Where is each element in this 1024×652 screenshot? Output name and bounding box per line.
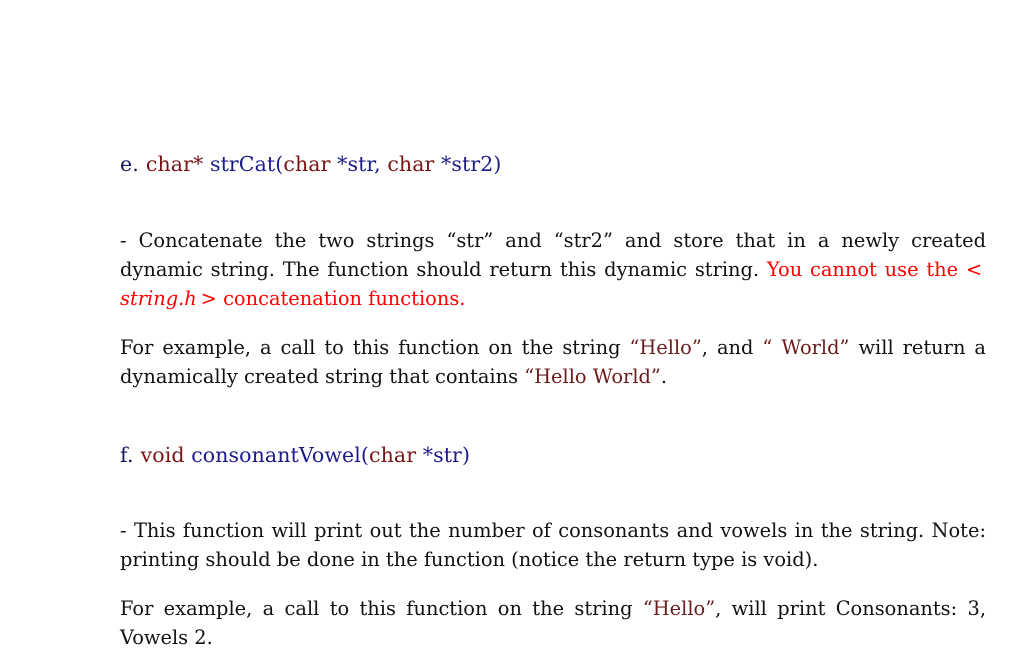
dash-marker-e: - [120,228,127,252]
close-paren-e: ) [493,152,502,176]
prototype-item-f: f. void consonantVowel(char *str) [120,443,986,469]
dash-marker-f: - [120,519,127,543]
function-name-strcat: strCat [209,152,276,176]
document-page: e. char* strCat(char *str, char *str2) - … [0,0,1024,649]
param-name-f-0: *str [422,442,462,467]
param-type-e-1: char [387,152,435,176]
list-marker-e: e. [120,152,139,176]
string-literal-hello-e: “Hello” [629,335,702,359]
example-item-e: For example, a call to this function on … [120,333,986,391]
example-end-e: . [660,364,668,388]
param-name-e-0: *str [337,152,375,176]
description-text-f: This function will print out the number … [120,519,986,572]
function-name-consonantvowel: consonantVowel [191,442,361,467]
string-literal-helloworld-e: “Hello World” [524,364,661,388]
string-h-italic: string.h [120,286,197,310]
param-separator-e: , [374,152,388,176]
close-paren-f: ) [461,442,471,467]
warning-header-name: string.h [120,287,197,310]
example-middle-e: , and [701,335,763,359]
open-paren-f: ( [360,442,369,467]
param-type-f-0: char [368,442,417,467]
warning-text-e-part2: > concatenation functions. [196,286,466,310]
param-type-e-0: char [283,152,331,176]
example-item-f: For example, a call to this function on … [120,594,986,652]
example-lead-e: For example, a call to this function on … [120,335,630,359]
return-type-f: void [140,442,185,467]
string-literal-world-e: “ World” [762,335,850,359]
description-item-f: - This function will print out the numbe… [120,516,986,574]
warning-text-e-part1: You cannot use the < [766,257,986,281]
description-item-e: - Concatenate the two strings “str” and … [120,226,986,313]
return-type-e: char* [145,152,204,176]
prototype-item-e: e. char* strCat(char *str, char *str2) [120,152,986,178]
example-lead-f: For example, a call to this function on … [120,597,643,621]
document-content: e. char* strCat(char *str, char *str2) - … [120,152,986,652]
string-literal-hello-f: “Hello” [642,597,716,621]
list-marker-f: f. [120,442,134,467]
param-name-e-1: *str2 [441,152,494,176]
